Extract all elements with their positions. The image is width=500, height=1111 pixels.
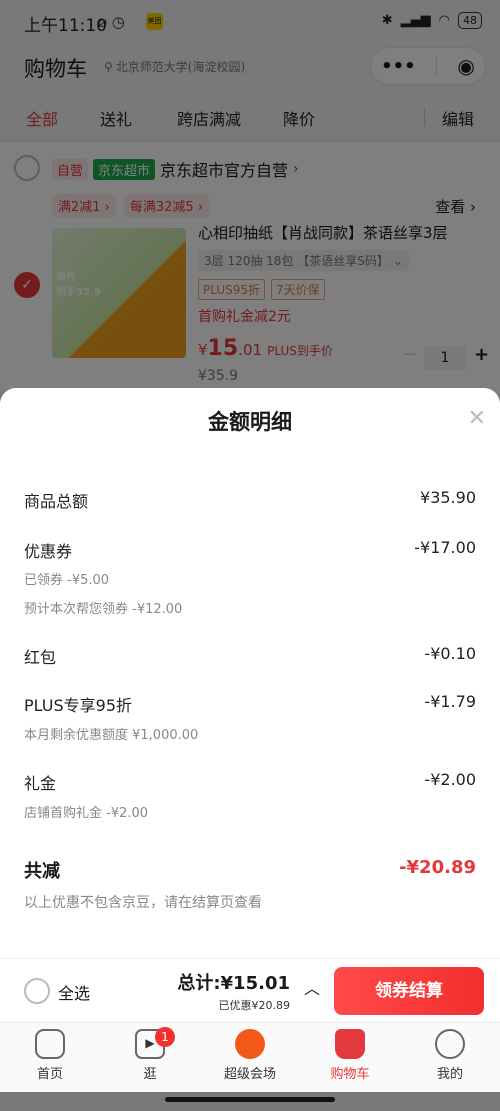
home-indicator [165, 1097, 335, 1102]
checkout-button[interactable]: 领券结算 [334, 967, 484, 1015]
amount-detail-sheet: 金额明细 ✕ 商品总额 ¥35.90 优惠券 -¥17.00 已领券 -¥5.0… [0, 388, 500, 958]
nav-browse[interactable]: ▶ 1 逛 [100, 1027, 200, 1082]
cart-icon [335, 1029, 365, 1059]
sheet-note: 以上优惠不包含京豆，请在结算页查看 [24, 895, 262, 911]
chevron-up-icon[interactable]: ︿ [304, 975, 320, 999]
select-all-radio[interactable] [24, 978, 50, 1004]
row-value-gift: -¥2.00 [424, 770, 476, 789]
super-venue-icon [235, 1029, 265, 1059]
nav-cart[interactable]: 购物车 [300, 1029, 400, 1082]
nav-badge: 1 [155, 1027, 175, 1047]
coupon-sub-estimated: 预计本次帮您领券 -¥12.00 [24, 602, 183, 617]
select-all-label[interactable]: 全选 [58, 980, 90, 1004]
close-icon[interactable]: ✕ [468, 406, 486, 431]
coupon-sub-claimed: 已领券 -¥5.00 [24, 573, 110, 588]
nav-super-venue[interactable]: 超级会场 [200, 1029, 300, 1082]
row-value-coupon: -¥17.00 [414, 538, 476, 557]
row-label-plus: PLUS专享95折 [24, 696, 132, 715]
sheet-title: 金额明细 [208, 410, 292, 434]
row-value-plus: -¥1.79 [424, 692, 476, 711]
checkout-bar: 全选 总计:¥15.01 已优惠¥20.89 ︿ 领券结算 [0, 958, 500, 1022]
checkout-total: 总计:¥15.01 [177, 969, 290, 995]
row-label-gift: 礼金 [24, 774, 57, 793]
saved-amount: 已优惠¥20.89 [218, 999, 291, 1012]
home-icon [35, 1029, 65, 1059]
row-value-subtotal: ¥35.90 [420, 488, 476, 507]
nav-home[interactable]: 首页 [0, 1029, 100, 1082]
row-value-redpacket: -¥0.10 [424, 644, 476, 663]
gift-sub: 店铺首购礼金 -¥2.00 [24, 806, 149, 821]
bottom-nav: 首页 ▶ 1 逛 超级会场 购物车 我的 [0, 1022, 500, 1092]
total-amount: ¥15.01 [220, 973, 290, 994]
total-reduction-label: 共减 [24, 861, 60, 882]
video-icon: ▶ 1 [135, 1027, 175, 1059]
profile-icon [435, 1029, 465, 1059]
row-label-redpacket: 红包 [24, 648, 57, 667]
total-label: 总计: [177, 973, 221, 994]
total-reduction-value: -¥20.89 [399, 857, 476, 878]
plus-sub: 本月剩余优惠额度 ¥1,000.00 [24, 728, 199, 743]
row-label-coupon: 优惠券 [24, 542, 73, 561]
row-label-subtotal: 商品总额 [24, 492, 89, 511]
nav-profile[interactable]: 我的 [400, 1029, 500, 1082]
